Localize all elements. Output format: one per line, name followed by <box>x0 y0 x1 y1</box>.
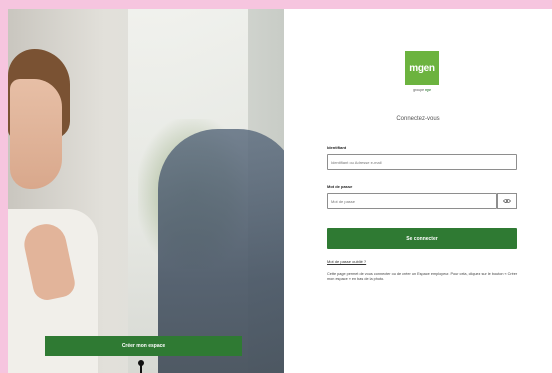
info-text: Cette page permet de vous connecter ou d… <box>327 272 518 281</box>
password-input[interactable] <box>327 193 497 209</box>
show-password-button[interactable] <box>497 193 517 209</box>
hero-photo: Créer mon espace <box>8 9 284 373</box>
login-form-panel: mgen groupe vyv Connectez-vous Identifia… <box>284 9 552 373</box>
login-button[interactable]: Se connecter <box>327 228 517 249</box>
identifier-input[interactable] <box>327 154 517 170</box>
forgot-password-link[interactable]: Mot de passe oublié ? <box>327 259 366 264</box>
cursor-pointer-stem <box>140 365 142 373</box>
logo-subtitle: groupe vyv <box>394 88 450 92</box>
page-title: Connectez-vous <box>396 116 440 122</box>
mgen-logo: mgen <box>405 51 439 85</box>
logo-subtitle-brand: vyv <box>425 88 431 92</box>
password-label: Mot de passe <box>327 184 353 189</box>
eye-icon <box>503 198 511 204</box>
logo-subtitle-prefix: groupe <box>413 88 425 92</box>
create-account-button[interactable]: Créer mon espace <box>45 336 242 356</box>
logo-text: mgen <box>409 62 435 74</box>
photo-woman-face <box>10 79 62 189</box>
login-page: Créer mon espace mgen groupe vyv Connect… <box>8 9 552 373</box>
identifier-label: Identifiant <box>327 145 347 150</box>
